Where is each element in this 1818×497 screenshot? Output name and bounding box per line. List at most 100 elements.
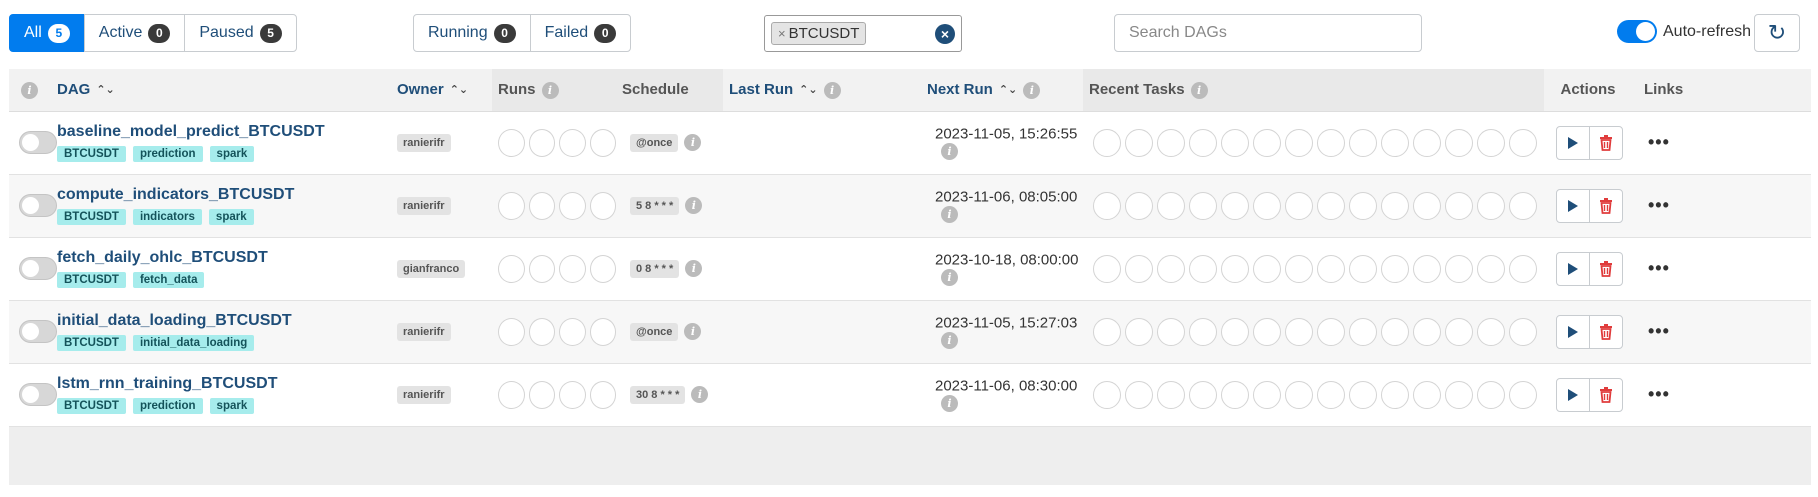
- task-state-circle[interactable]: [1221, 317, 1249, 346]
- task-state-circle[interactable]: [1253, 317, 1281, 346]
- delete-dag-button[interactable]: [1589, 377, 1623, 412]
- owner-badge[interactable]: ranierifr: [397, 197, 451, 215]
- dag-tag[interactable]: BTCUSDT: [57, 335, 126, 351]
- info-icon[interactable]: i: [541, 81, 559, 99]
- task-state-circle[interactable]: [1381, 380, 1409, 409]
- run-state-circle[interactable]: [589, 254, 616, 283]
- search-dags-input[interactable]: [1114, 14, 1422, 52]
- task-state-circle[interactable]: [1125, 317, 1153, 346]
- filter-active-button[interactable]: Active 0: [83, 14, 186, 52]
- task-state-circle[interactable]: [1317, 254, 1345, 283]
- info-icon[interactable]: i: [684, 323, 702, 341]
- info-icon[interactable]: i: [823, 81, 841, 99]
- dag-pause-toggle[interactable]: [19, 257, 57, 280]
- run-state-circle[interactable]: [559, 317, 586, 346]
- trigger-dag-button[interactable]: [1556, 188, 1590, 223]
- task-state-circle[interactable]: [1189, 380, 1217, 409]
- trigger-dag-button[interactable]: [1556, 377, 1590, 412]
- task-state-circle[interactable]: [1509, 317, 1537, 346]
- dag-tag[interactable]: initial_data_loading: [132, 335, 255, 351]
- dag-tag[interactable]: BTCUSDT: [57, 146, 126, 162]
- more-links-icon[interactable]: •••: [1648, 258, 1670, 278]
- dag-name-link[interactable]: lstm_rnn_training_BTCUSDT: [57, 375, 391, 393]
- task-state-circle[interactable]: [1381, 191, 1409, 220]
- info-icon[interactable]: i: [691, 386, 709, 404]
- info-icon[interactable]: i: [1190, 81, 1208, 99]
- sort-icon[interactable]: ⌃⌄: [450, 84, 468, 95]
- task-state-circle[interactable]: [1157, 128, 1185, 157]
- delete-dag-button[interactable]: [1589, 188, 1623, 223]
- task-state-circle[interactable]: [1445, 128, 1473, 157]
- task-state-circle[interactable]: [1317, 128, 1345, 157]
- run-state-circle[interactable]: [498, 380, 525, 409]
- task-state-circle[interactable]: [1413, 254, 1441, 283]
- filter-failed-button[interactable]: Failed 0: [529, 14, 632, 52]
- task-state-circle[interactable]: [1317, 191, 1345, 220]
- dag-pause-toggle[interactable]: [19, 383, 57, 406]
- task-state-circle[interactable]: [1477, 191, 1505, 220]
- info-icon[interactable]: i: [685, 197, 703, 215]
- owner-badge[interactable]: ranierifr: [397, 386, 451, 404]
- tag-chip-remove-icon[interactable]: ×: [778, 26, 786, 41]
- owner-badge[interactable]: ranierifr: [397, 323, 451, 341]
- dag-tag[interactable]: prediction: [132, 398, 203, 414]
- task-state-circle[interactable]: [1221, 128, 1249, 157]
- task-state-circle[interactable]: [1349, 254, 1377, 283]
- task-state-circle[interactable]: [1349, 380, 1377, 409]
- task-state-circle[interactable]: [1253, 254, 1281, 283]
- clear-tags-icon[interactable]: ×: [935, 23, 955, 44]
- dag-tag[interactable]: BTCUSDT: [57, 272, 126, 288]
- info-icon[interactable]: i: [941, 269, 958, 287]
- dag-pause-toggle[interactable]: [19, 131, 57, 154]
- run-state-circle[interactable]: [498, 317, 525, 346]
- owner-badge[interactable]: ranierifr: [397, 134, 451, 152]
- task-state-circle[interactable]: [1253, 380, 1281, 409]
- task-state-circle[interactable]: [1093, 191, 1121, 220]
- dag-tag[interactable]: indicators: [132, 209, 202, 225]
- run-state-circle[interactable]: [528, 317, 555, 346]
- info-icon[interactable]: i: [941, 332, 958, 350]
- task-state-circle[interactable]: [1349, 191, 1377, 220]
- delete-dag-button[interactable]: [1589, 314, 1623, 349]
- info-icon[interactable]: i: [941, 206, 958, 224]
- task-state-circle[interactable]: [1477, 317, 1505, 346]
- run-state-circle[interactable]: [589, 317, 616, 346]
- task-state-circle[interactable]: [1381, 254, 1409, 283]
- run-state-circle[interactable]: [559, 254, 586, 283]
- run-state-circle[interactable]: [498, 128, 525, 157]
- task-state-circle[interactable]: [1509, 254, 1537, 283]
- dag-name-link[interactable]: initial_data_loading_BTCUSDT: [57, 312, 391, 330]
- task-state-circle[interactable]: [1445, 254, 1473, 283]
- more-links-icon[interactable]: •••: [1648, 384, 1670, 404]
- dag-tag[interactable]: spark: [208, 209, 254, 225]
- trigger-dag-button[interactable]: [1556, 314, 1590, 349]
- task-state-circle[interactable]: [1189, 128, 1217, 157]
- info-icon[interactable]: i: [685, 260, 703, 278]
- task-state-circle[interactable]: [1413, 317, 1441, 346]
- dag-tag[interactable]: spark: [209, 146, 255, 162]
- dag-name-link[interactable]: compute_indicators_BTCUSDT: [57, 186, 391, 204]
- info-icon[interactable]: i: [941, 143, 958, 161]
- dag-tag[interactable]: prediction: [132, 146, 203, 162]
- filter-all-button[interactable]: All 5: [9, 14, 85, 52]
- task-state-circle[interactable]: [1285, 380, 1313, 409]
- sort-icon[interactable]: ⌃⌄: [799, 84, 817, 95]
- task-state-circle[interactable]: [1509, 380, 1537, 409]
- task-state-circle[interactable]: [1093, 254, 1121, 283]
- dag-name-link[interactable]: fetch_daily_ohlc_BTCUSDT: [57, 249, 391, 267]
- task-state-circle[interactable]: [1509, 191, 1537, 220]
- trigger-dag-button[interactable]: [1556, 125, 1590, 160]
- sort-icon[interactable]: ⌃⌄: [999, 84, 1017, 95]
- info-icon[interactable]: i: [1023, 81, 1041, 99]
- header-next-run[interactable]: Next Run ⌃⌄ i: [921, 69, 1083, 112]
- task-state-circle[interactable]: [1093, 128, 1121, 157]
- task-state-circle[interactable]: [1445, 317, 1473, 346]
- task-state-circle[interactable]: [1445, 191, 1473, 220]
- run-state-circle[interactable]: [528, 254, 555, 283]
- task-state-circle[interactable]: [1317, 380, 1345, 409]
- more-links-icon[interactable]: •••: [1648, 321, 1670, 341]
- task-state-circle[interactable]: [1221, 191, 1249, 220]
- task-state-circle[interactable]: [1285, 254, 1313, 283]
- info-icon[interactable]: i: [941, 395, 958, 413]
- task-state-circle[interactable]: [1477, 128, 1505, 157]
